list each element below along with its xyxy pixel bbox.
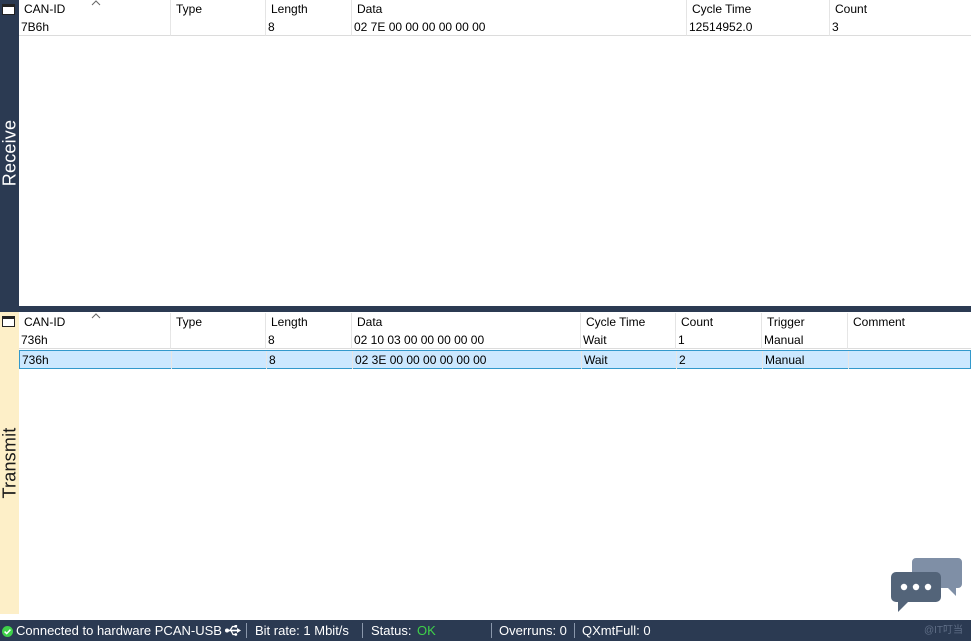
cell-data: 02 3E 00 00 00 00 00 00 <box>353 351 582 369</box>
cell-count: 3 <box>830 18 971 36</box>
column-header-cycle-time[interactable]: Cycle Time <box>581 313 676 331</box>
column-header-trigger[interactable]: Trigger <box>762 313 848 331</box>
sort-ascending-icon <box>91 0 101 6</box>
cell-cycle-time: Wait <box>581 331 676 349</box>
column-header-count[interactable]: Count <box>676 313 762 331</box>
connection-ok-icon <box>2 625 13 637</box>
table-row[interactable]: 736h 8 02 10 03 00 00 00 00 00 Wait 1 Ma… <box>19 331 971 350</box>
bitrate-status: Bit rate: 1 Mbit/s <box>255 623 349 638</box>
status-separator <box>246 623 247 638</box>
cell-cycle-time: 12514952.0 <box>687 18 830 36</box>
transmit-header: CAN-ID Type Length Data Cycle Time Count… <box>19 313 971 331</box>
cell-length: 8 <box>267 351 353 369</box>
cell-trigger: Manual <box>763 351 849 369</box>
cell-type <box>172 351 267 369</box>
cell-type <box>171 18 266 36</box>
cell-data: 02 7E 00 00 00 00 00 00 <box>352 18 687 36</box>
cell-can-id: 736h <box>19 331 171 349</box>
receive-grid[interactable]: CAN-ID Type Length Data Cycle Time Count… <box>19 0 971 306</box>
column-header-length[interactable]: Length <box>266 313 352 331</box>
column-header-length[interactable]: Length <box>266 0 352 18</box>
qxmtfull-status: QXmtFull: 0 <box>582 623 651 638</box>
table-row-selected[interactable]: 736h 8 02 3E 00 00 00 00 00 00 Wait 2 Ma… <box>19 350 971 369</box>
table-row[interactable]: 7B6h 8 02 7E 00 00 00 00 00 00 12514952.… <box>19 18 971 37</box>
transmit-label: Transmit <box>0 427 19 499</box>
column-header-comment[interactable]: Comment <box>848 313 971 331</box>
status-bar: Connected to hardware PCAN-USB Bit rate:… <box>0 620 971 641</box>
status-separator <box>362 623 363 638</box>
overruns-status: Overruns: 0 <box>499 623 567 638</box>
usb-icon <box>225 624 241 637</box>
column-header-count[interactable]: Count <box>830 0 971 18</box>
restore-window-icon[interactable] <box>2 4 15 15</box>
cell-data: 02 10 03 00 00 00 00 00 <box>352 331 581 349</box>
cell-can-id: 736h <box>20 351 172 369</box>
cell-can-id: 7B6h <box>19 18 171 36</box>
watermark: @IT叮当 <box>923 625 963 636</box>
cell-count: 1 <box>676 331 762 349</box>
column-header-type[interactable]: Type <box>171 0 266 18</box>
receive-label: Receive <box>0 119 19 187</box>
transmit-side-tab[interactable]: Transmit <box>0 312 19 614</box>
cell-length: 8 <box>266 331 352 349</box>
cell-type <box>171 331 266 349</box>
column-header-data[interactable]: Data <box>352 313 581 331</box>
status-value: OK <box>417 623 436 638</box>
cell-comment <box>848 331 971 349</box>
chat-bubbles-icon[interactable] <box>890 556 964 614</box>
column-header-type[interactable]: Type <box>171 313 266 331</box>
status-label: Status: <box>371 623 412 638</box>
transmit-panel: Transmit CAN-ID Type Length Data Cycle T… <box>0 312 971 614</box>
cell-trigger: Manual <box>762 331 848 349</box>
receive-header: CAN-ID Type Length Data Cycle Time Count <box>19 0 971 18</box>
column-header-data[interactable]: Data <box>352 0 687 18</box>
sort-ascending-icon <box>91 309 101 319</box>
cell-length: 8 <box>266 18 352 36</box>
status-separator <box>574 623 575 638</box>
status-separator <box>491 623 492 638</box>
transmit-grid[interactable]: CAN-ID Type Length Data Cycle Time Count… <box>19 312 971 614</box>
column-header-cycle-time[interactable]: Cycle Time <box>687 0 830 18</box>
cell-cycle-time: Wait <box>582 351 677 369</box>
connection-status: Connected to hardware PCAN-USB <box>16 623 222 638</box>
receive-panel: Receive CAN-ID Type Length Data Cycle Ti… <box>0 0 971 306</box>
receive-side-tab[interactable]: Receive <box>0 0 19 306</box>
cell-count: 2 <box>677 351 763 369</box>
cell-comment <box>849 351 970 369</box>
restore-window-icon[interactable] <box>2 316 15 327</box>
